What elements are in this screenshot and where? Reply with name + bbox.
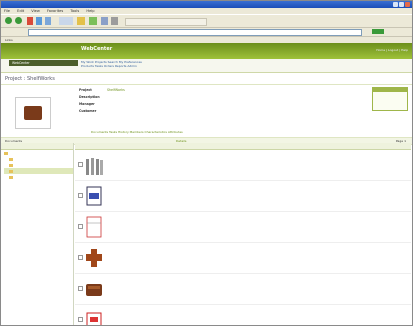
page-title: Project : ShelfWorks (5, 76, 55, 82)
document-table (75, 143, 411, 325)
row-checkbox[interactable] (78, 193, 83, 198)
page-content: WebCenter Home | Logout | Help WebCenter… (1, 43, 412, 325)
folder-tree (1, 150, 73, 180)
nav-secondary-links[interactable]: Products Tasks Orders Reports Admin (81, 64, 142, 68)
label-thumbnail (86, 312, 102, 325)
table-row[interactable] (75, 243, 411, 274)
banner-links[interactable]: Home | Logout | Help (376, 48, 408, 52)
search-icon[interactable] (59, 17, 73, 25)
project-thumbnail (15, 97, 51, 129)
menu-tools[interactable]: Tools (70, 9, 79, 13)
table-header (75, 143, 411, 150)
table-row[interactable] (75, 181, 411, 212)
back-icon[interactable] (5, 17, 12, 24)
go-button[interactable] (372, 29, 384, 34)
history-icon[interactable] (89, 17, 97, 25)
menu-edit[interactable]: Edit (17, 9, 24, 13)
maximize-icon[interactable] (399, 2, 404, 7)
breadcrumb: Project : ShelfWorks (1, 73, 412, 85)
menu-help[interactable]: Help (86, 9, 94, 13)
app-banner: WebCenter Home | Logout | Help (1, 43, 412, 59)
table-row[interactable] (75, 305, 411, 325)
flat-thumbnail (86, 249, 102, 267)
row-checkbox[interactable] (78, 317, 83, 322)
address-bar (1, 27, 412, 36)
close-icon[interactable] (405, 2, 410, 7)
stop-icon[interactable] (27, 17, 33, 25)
app-logo: WebCenter (81, 46, 113, 52)
row-checkbox[interactable] (78, 162, 83, 167)
mail-icon[interactable] (101, 17, 108, 25)
dieline-thumbnail (86, 216, 102, 238)
folder-icon (9, 169, 13, 173)
prop-row-project: Project ShelfWorks (79, 88, 125, 92)
home-icon[interactable] (45, 17, 51, 25)
minimize-icon[interactable] (393, 2, 398, 7)
row-checkbox[interactable] (78, 224, 83, 229)
browser-window: File Edit View Favorites Tools Help Link… (0, 0, 413, 326)
display-thumbnail (86, 284, 102, 296)
bottles-thumbnail (86, 158, 103, 175)
box-thumbnail (86, 186, 102, 206)
forward-icon[interactable] (15, 17, 22, 24)
row-checkbox[interactable] (78, 255, 83, 260)
folder-icon (9, 175, 13, 179)
menu-file[interactable]: File (4, 9, 10, 13)
folder-tree-pane (1, 143, 74, 325)
browser-toolbar (1, 14, 412, 27)
tree-header (1, 143, 73, 150)
prop-row-description: Description (79, 95, 100, 99)
table-row[interactable] (75, 212, 411, 243)
window-titlebar (1, 1, 412, 8)
prop-row-manager: Manager (79, 102, 95, 106)
related-links[interactable]: Documents Tasks History Members Characte… (91, 130, 183, 134)
actions-box (372, 87, 408, 111)
table-row[interactable] (75, 150, 411, 181)
actions-box-header (373, 88, 407, 92)
main-navigation: WebCenter My Work Projects Search My Pre… (1, 59, 412, 73)
row-checkbox[interactable] (78, 286, 83, 291)
main-area (1, 143, 412, 325)
nav-home-box[interactable]: WebCenter (9, 60, 78, 66)
refresh-icon[interactable] (36, 17, 42, 25)
address-input[interactable] (28, 29, 362, 36)
folder-icon (9, 157, 13, 161)
menu-favorites[interactable]: Favorites (47, 9, 63, 13)
menu-view[interactable]: View (31, 9, 40, 13)
tree-item[interactable] (4, 174, 73, 180)
links-label: Links (5, 38, 13, 42)
nav-links: My Work Projects Search My Preferences P… (81, 60, 142, 68)
toolbar-strip (125, 18, 207, 26)
favorites-icon[interactable] (77, 17, 85, 25)
print-icon[interactable] (111, 17, 118, 25)
prop-row-customer: Customer (79, 109, 97, 113)
folder-icon (4, 151, 8, 155)
table-row[interactable] (75, 274, 411, 305)
folder-icon (9, 163, 13, 167)
project-properties: Project ShelfWorks Description Manager Cu… (1, 85, 412, 138)
